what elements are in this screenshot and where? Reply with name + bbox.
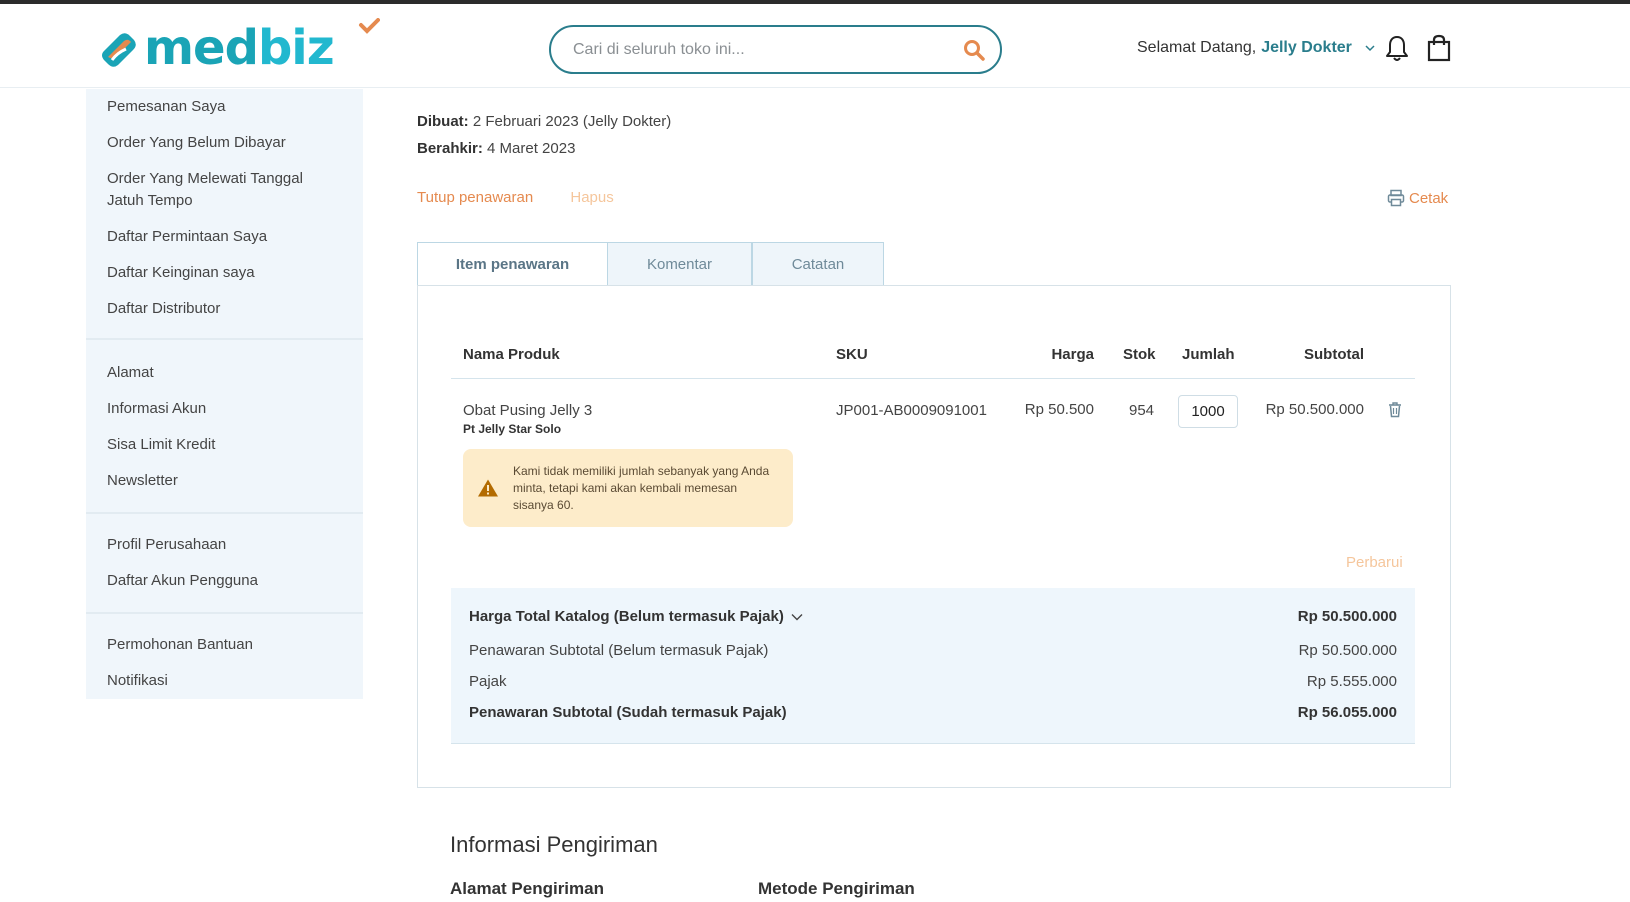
sidebar-item-my-orders[interactable]: Pemesanan Saya — [86, 96, 363, 118]
welcome-text: Selamat Datang, — [1137, 39, 1257, 56]
sidebar-item-distributors[interactable]: Daftar Distributor — [86, 298, 363, 320]
user-name: Jelly Dokter — [1261, 39, 1352, 56]
tab-quote-items[interactable]: Item penawaran — [417, 242, 607, 285]
tax-label: Pajak — [469, 673, 507, 690]
subtotal-incl-value: Rp 56.055.000 — [1297, 704, 1397, 721]
quote-actions: Tutup penawaran Hapus — [417, 189, 614, 206]
product-name[interactable]: Obat Pusing Jelly 3 — [463, 402, 592, 419]
catalog-total-text: Harga Total Katalog (Belum termasuk Paja… — [469, 608, 784, 625]
quote-tabs: Item penawaran Komentar Catatan — [417, 242, 884, 285]
close-offer-link[interactable]: Tutup penawaran — [417, 189, 533, 206]
created-label: Dibuat: — [417, 113, 469, 130]
account-sidebar: Pemesanan Saya Order Yang Belum Dibayar … — [86, 89, 363, 699]
quote-items-panel: Nama Produk SKU Harga Stok Jumlah Subtot… — [417, 285, 1451, 788]
sidebar-item-overdue-orders[interactable]: Order Yang Melewati Tanggal Jatuh Tempo — [86, 168, 363, 212]
col-sku: SKU — [836, 346, 868, 363]
product-stock: 954 — [1129, 402, 1155, 419]
created-value: 2 Februari 2023 (Jelly Dokter) — [472, 113, 672, 130]
subtotal-excl-label: Penawaran Subtotal (Belum termasuk Pajak… — [469, 642, 769, 659]
sidebar-item-my-requests[interactable]: Daftar Permintaan Saya — [86, 226, 363, 248]
subtotal-incl-label: Penawaran Subtotal (Sudah termasuk Pajak… — [469, 704, 787, 721]
user-menu[interactable]: Selamat Datang, Jelly Dokter — [1137, 39, 1376, 57]
warning-icon — [478, 479, 498, 497]
sidebar-item-wishlist[interactable]: Daftar Keinginan saya — [86, 262, 363, 284]
search-input[interactable] — [573, 40, 962, 59]
tab-comments[interactable]: Komentar — [607, 242, 752, 285]
expires-line: Berahkir: 4 Maret 2023 — [417, 140, 575, 157]
catalog-total-row[interactable]: Harga Total Katalog (Belum termasuk Paja… — [469, 608, 1397, 625]
product-price: Rp 50.500 — [1024, 401, 1094, 418]
sidebar-group-orders: Pemesanan Saya Order Yang Belum Dibayar … — [86, 89, 363, 340]
sidebar-item-credit-limit[interactable]: Sisa Limit Kredit — [86, 434, 363, 456]
tax-row: Pajak Rp 5.555.000 — [469, 673, 1397, 690]
product-subtotal: Rp 50.500.000 — [1265, 401, 1364, 418]
col-subtotal: Subtotal — [1304, 346, 1364, 363]
sidebar-group-company: Profil Perusahaan Daftar Akun Pengguna — [86, 514, 363, 614]
logo-text-med: med — [144, 20, 259, 76]
table-row: Obat Pusing Jelly 3 Pt Jelly Star Solo J… — [451, 379, 1415, 529]
search-icon[interactable] — [962, 38, 986, 62]
col-qty: Jumlah — [1182, 346, 1235, 363]
warning-text: Kami tidak memiliki jumlah sebanyak yang… — [513, 463, 770, 512]
stock-warning: Kami tidak memiliki jumlah sebanyak yang… — [463, 449, 793, 527]
seller-name: Pt Jelly Star Solo — [463, 422, 562, 436]
quantity-input[interactable]: 1000 — [1178, 395, 1238, 428]
sidebar-item-newsletter[interactable]: Newsletter — [86, 470, 363, 492]
sidebar-item-help-request[interactable]: Permohonan Bantuan — [86, 634, 363, 656]
shopping-bag-icon[interactable] — [1426, 34, 1452, 62]
tab-notes[interactable]: Catatan — [752, 242, 884, 285]
shipping-info-title: Informasi Pengiriman — [450, 832, 658, 857]
table-header: Nama Produk SKU Harga Stok Jumlah Subtot… — [451, 346, 1415, 379]
chevron-down-icon — [1364, 44, 1376, 52]
chevron-down-icon — [791, 613, 803, 620]
print-button[interactable]: Cetak — [1387, 189, 1448, 207]
bell-icon[interactable] — [1384, 34, 1410, 62]
product-sku: JP001-AB0009091001 — [836, 402, 987, 419]
catalog-total-label: Harga Total Katalog (Belum termasuk Paja… — [469, 608, 804, 625]
shipping-method-title: Metode Pengiriman — [758, 879, 915, 898]
sidebar-item-user-accounts[interactable]: Daftar Akun Pengguna — [86, 570, 363, 592]
logo-check-icon — [359, 18, 380, 34]
refresh-button[interactable]: Perbarui — [1346, 554, 1403, 571]
subtotal-incl-row: Penawaran Subtotal (Sudah termasuk Pajak… — [469, 704, 1397, 721]
search-bar — [549, 25, 1002, 74]
medbiz-logo[interactable]: medbiz — [98, 18, 380, 78]
tax-value: Rp 5.555.000 — [1306, 673, 1397, 690]
sidebar-group-account: Alamat Informasi Akun Sisa Limit Kredit … — [86, 340, 363, 514]
expires-label: Berahkir: — [417, 140, 483, 157]
catalog-total-value: Rp 50.500.000 — [1297, 608, 1397, 625]
col-price: Harga — [1051, 346, 1094, 363]
printer-icon — [1387, 189, 1405, 207]
sidebar-group-support: Permohonan Bantuan Notifikasi — [86, 614, 363, 712]
totals-summary: Harga Total Katalog (Belum termasuk Paja… — [451, 588, 1415, 744]
site-header: medbiz Selamat Datang, Jelly Dokter — [0, 4, 1630, 88]
col-product-name: Nama Produk — [463, 346, 560, 363]
logo-text: medbiz — [144, 24, 335, 72]
sidebar-item-company-profile[interactable]: Profil Perusahaan — [86, 534, 363, 556]
print-label: Cetak — [1409, 189, 1449, 207]
trash-icon[interactable] — [1387, 401, 1403, 418]
shipping-address-title: Alamat Pengiriman — [450, 879, 604, 898]
sidebar-item-unpaid-orders[interactable]: Order Yang Belum Dibayar — [86, 132, 363, 154]
expires-value: 4 Maret 2023 — [487, 140, 576, 157]
logo-text-biz: biz — [257, 20, 335, 76]
subtotal-excl-row: Penawaran Subtotal (Belum termasuk Pajak… — [469, 642, 1397, 659]
sidebar-item-notifications[interactable]: Notifikasi — [86, 670, 363, 692]
col-stock: Stok — [1123, 346, 1156, 363]
sidebar-item-account-info[interactable]: Informasi Akun — [86, 398, 363, 420]
subtotal-excl-value: Rp 50.500.000 — [1298, 642, 1397, 659]
delete-link[interactable]: Hapus — [570, 189, 613, 206]
created-line: Dibuat: 2 Februari 2023 (Jelly Dokter) — [417, 113, 671, 130]
sidebar-item-address[interactable]: Alamat — [86, 362, 363, 384]
logo-mark-icon — [102, 33, 136, 67]
